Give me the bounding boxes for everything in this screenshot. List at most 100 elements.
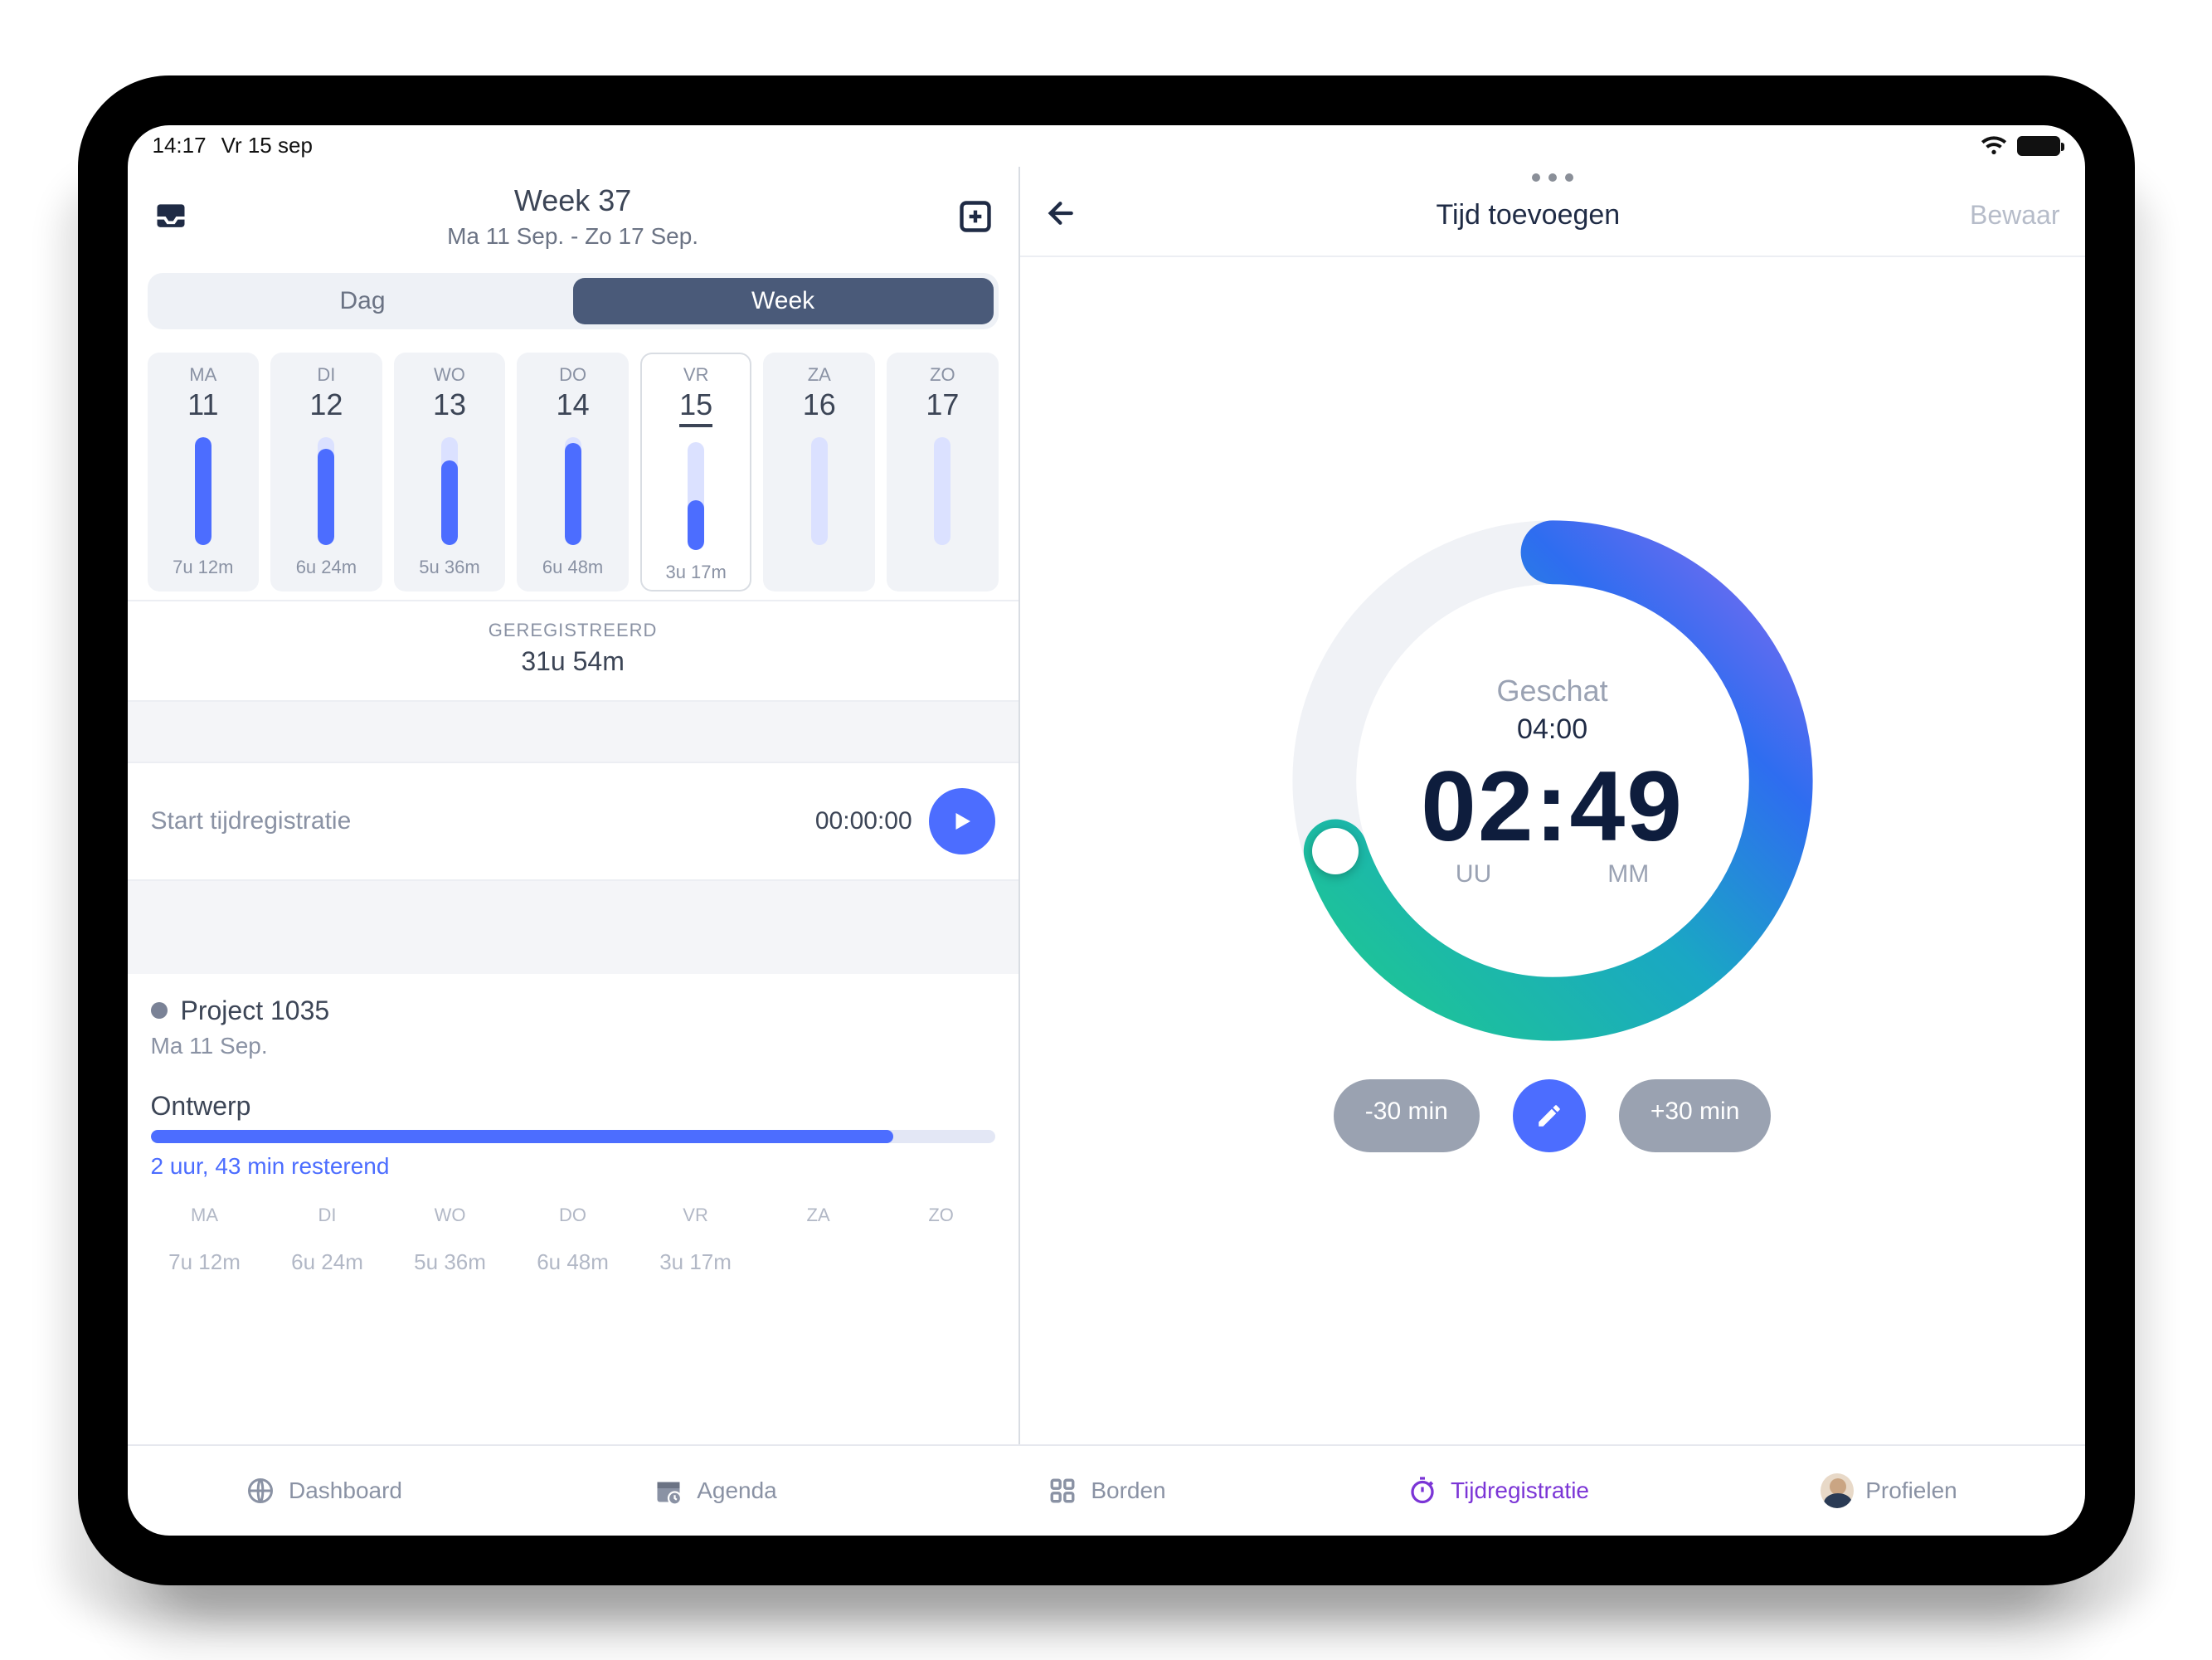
screen: 14:17 Vr 15 sep Week 37 Ma 11 Sep. - Zo … — [128, 125, 2085, 1536]
mini-day-abbr: VR — [639, 1205, 753, 1226]
mini-day-column: DI6u 24m — [270, 1205, 385, 1275]
section-gap — [128, 881, 1018, 974]
wifi-icon — [1981, 136, 2007, 156]
mini-day-duration: 6u 24m — [270, 1249, 385, 1275]
add-button[interactable] — [952, 193, 999, 240]
day-bar — [688, 442, 704, 550]
mini-day-abbr: MA — [148, 1205, 262, 1226]
day-abbr: ZA — [808, 364, 831, 386]
registered-label: GEREGISTREERD — [128, 620, 1018, 641]
inbox-icon[interactable] — [148, 193, 194, 240]
day-abbr: WO — [434, 364, 465, 386]
grid-icon — [1046, 1474, 1079, 1507]
day-number: 16 — [803, 387, 836, 422]
time-remaining: 2 uur, 43 min resterend — [151, 1153, 995, 1180]
day-abbr: DO — [559, 364, 586, 386]
day-bar — [441, 437, 458, 545]
status-time: 14:17 — [153, 133, 207, 158]
time-dial[interactable]: Geschat 04:00 02:49 UU MM — [1287, 515, 1818, 1046]
mini-day-abbr: ZA — [761, 1205, 876, 1226]
tab-label: Agenda — [697, 1477, 777, 1504]
tab-profiles[interactable]: Profielen — [1694, 1474, 2085, 1507]
minus-30-button[interactable]: -30 min — [1334, 1079, 1480, 1152]
mini-day-abbr: ZO — [884, 1205, 999, 1226]
mini-day-duration — [761, 1249, 876, 1275]
day-number: 15 — [679, 387, 712, 427]
day-bar — [934, 437, 950, 545]
plus-30-button[interactable]: +30 min — [1619, 1079, 1772, 1152]
week-row: MA117u 12mDI126u 24mWO135u 36mDO146u 48m… — [128, 329, 1018, 600]
progress-bar — [151, 1130, 995, 1143]
unit-hours: UU — [1456, 860, 1491, 888]
estimate-label: Geschat — [1497, 674, 1608, 708]
battery-icon — [2017, 136, 2060, 156]
start-tracking-row: Start tijdregistratie 00:00:00 — [128, 762, 1018, 881]
left-pane: Week 37 Ma 11 Sep. - Zo 17 Sep. Dag Week… — [128, 167, 1020, 1444]
tab-label: Tijdregistratie — [1451, 1477, 1589, 1504]
mini-day-duration: 5u 36m — [393, 1249, 508, 1275]
mini-day-column: ZO — [884, 1205, 999, 1275]
day-column[interactable]: WO13 5u 36m — [394, 353, 506, 591]
project-name: Project 1035 — [181, 996, 330, 1026]
mini-day-duration: 7u 12m — [148, 1249, 262, 1275]
view-segmented[interactable]: Dag Week — [148, 273, 999, 329]
day-duration: 6u 48m — [542, 557, 603, 578]
day-number: 12 — [309, 387, 343, 422]
day-bar — [811, 437, 828, 545]
day-column[interactable]: MA117u 12m — [148, 353, 260, 591]
day-bar — [195, 437, 211, 545]
day-duration — [817, 557, 822, 578]
mini-day-column: VR3u 17m — [639, 1205, 753, 1275]
ipad-frame: 14:17 Vr 15 sep Week 37 Ma 11 Sep. - Zo … — [78, 75, 2135, 1585]
multitask-handle[interactable] — [1020, 167, 2085, 182]
start-time: 00:00:00 — [815, 807, 912, 835]
tab-label: Profielen — [1865, 1477, 1957, 1504]
day-column[interactable]: VR153u 17m — [640, 353, 752, 591]
mini-day-abbr: WO — [393, 1205, 508, 1226]
tab-agenda[interactable]: Agenda — [519, 1474, 911, 1507]
mini-day-column: MA 7u 12m — [148, 1205, 262, 1275]
right-title: Tijd toevoegen — [1087, 199, 1970, 231]
day-number: 13 — [433, 387, 466, 422]
play-button[interactable] — [929, 788, 995, 854]
save-button[interactable]: Bewaar — [1970, 200, 2060, 231]
day-column[interactable]: DI126u 24m — [270, 353, 382, 591]
registered-total: GEREGISTREERD 31u 54m — [128, 600, 1018, 702]
day-abbr: MA — [189, 364, 216, 386]
day-column[interactable]: ZA16 — [763, 353, 875, 591]
mini-day-column: ZA — [761, 1205, 876, 1275]
segment-week[interactable]: Week — [573, 278, 994, 324]
day-number: 11 — [187, 387, 218, 422]
unit-minutes: MM — [1607, 860, 1649, 888]
back-button[interactable] — [1045, 197, 1087, 234]
project-card[interactable]: Project 1035 Ma 11 Sep. Ontwerp 2 uur, 4… — [128, 974, 1018, 1188]
task-name: Ontwerp — [151, 1091, 995, 1122]
segment-day[interactable]: Dag — [153, 278, 573, 324]
day-column[interactable]: ZO17 — [887, 353, 999, 591]
avatar-icon — [1821, 1474, 1854, 1507]
globe-icon — [244, 1474, 277, 1507]
day-column[interactable]: DO146u 48m — [517, 353, 629, 591]
tab-dashboard[interactable]: Dashboard — [128, 1474, 519, 1507]
week-range: Ma 11 Sep. - Zo 17 Sep. — [194, 223, 952, 250]
tab-boards[interactable]: Borden — [911, 1474, 1302, 1507]
status-bar: 14:17 Vr 15 sep — [128, 125, 2085, 167]
section-gap — [128, 702, 1018, 762]
day-duration: 6u 24m — [296, 557, 357, 578]
day-abbr: ZO — [930, 364, 955, 386]
start-label: Start tijdregistratie — [151, 807, 352, 835]
mini-day-abbr: DO — [516, 1205, 630, 1226]
day-duration: 5u 36m — [419, 557, 479, 578]
mini-day-column: WO 5u 36m — [393, 1205, 508, 1275]
edit-button[interactable] — [1513, 1079, 1586, 1152]
dial-readout: Geschat 04:00 02:49 UU MM — [1287, 515, 1818, 1046]
tab-time-tracking[interactable]: Tijdregistratie — [1302, 1474, 1694, 1507]
stopwatch-icon — [1406, 1474, 1439, 1507]
tab-bar: Dashboard Agenda Borden Tijdregistratie — [128, 1444, 2085, 1536]
right-pane: Tijd toevoegen Bewaar — [1020, 167, 2085, 1444]
time-value: 02:49 — [1421, 749, 1684, 864]
day-abbr: VR — [683, 364, 709, 386]
project-color-dot — [151, 1002, 168, 1019]
week-title: Week 37 — [194, 183, 952, 218]
estimate-value: 04:00 — [1517, 713, 1587, 746]
